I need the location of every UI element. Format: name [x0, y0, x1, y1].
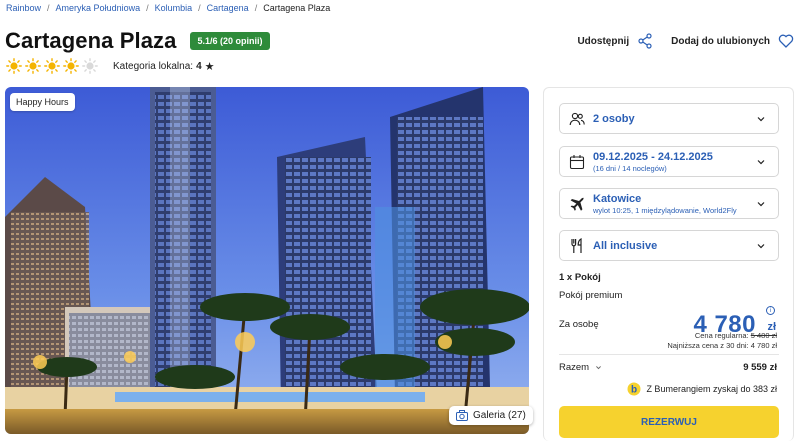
divider — [559, 354, 779, 355]
hotel-stars — [6, 58, 98, 74]
total-value: 9 559 zł — [743, 362, 777, 373]
title-row: Cartagena Plaza 5.1/6 (20 opinii) — [5, 28, 270, 54]
star-icon — [25, 58, 41, 74]
star-icon — [6, 58, 22, 74]
breadcrumb-separator: / — [254, 3, 258, 13]
persons-value: 2 osoby — [593, 112, 635, 125]
star-icon — [63, 58, 79, 74]
per-person-label: Za osobę — [559, 319, 599, 330]
breadcrumb-current: Cartagena Plaza — [263, 3, 331, 13]
book-button[interactable]: REZERWUJ — [559, 406, 779, 438]
local-category: Kategoria lokalna: 4 ★ — [113, 60, 215, 73]
regular-price-row: Cena regularna: 5 480 zł — [695, 331, 777, 340]
calendar-icon — [569, 154, 585, 169]
departure-select[interactable]: Katowice wylot 10:25, 1 międzylądowanie,… — [559, 188, 779, 219]
chevron-down-icon — [757, 243, 765, 248]
favorite-label: Dodaj do ulubionych — [671, 35, 770, 47]
favorite-button[interactable]: Dodaj do ulubionych — [671, 33, 794, 49]
local-category-value: 4 — [196, 61, 202, 72]
info-icon[interactable]: i — [766, 306, 775, 315]
breadcrumb-separator: / — [146, 3, 149, 13]
rooms-count: 1 x Pokój — [559, 272, 601, 283]
breadcrumb-separator: / — [47, 3, 50, 13]
share-button[interactable]: Udostępnij — [577, 33, 653, 49]
chevron-down-icon — [596, 366, 602, 370]
gallery-label: Galeria (27) — [473, 410, 526, 421]
persons-icon — [569, 112, 585, 125]
lowest-price-text: Najniższa cena z 30 dni: 4 780 zł — [667, 341, 777, 350]
happy-hours-badge: Happy Hours — [10, 93, 75, 111]
departure-value: Katowice — [593, 192, 642, 205]
departure-subtext: wylot 10:25, 1 międzylądowanie, World2Fl… — [593, 205, 737, 215]
header-actions: Udostępnij Dodaj do ulubionych — [577, 33, 794, 49]
breadcrumb-rainbow[interactable]: Rainbow — [6, 3, 41, 13]
total-label: Razem — [559, 362, 590, 373]
regular-price-value: 5 480 zł — [750, 331, 777, 340]
bumerang-text: Z Bumerangiem zyskaj do 383 zł — [646, 384, 777, 394]
board-value: All inclusive — [593, 239, 658, 252]
share-icon — [638, 33, 652, 49]
local-category-label: Kategoria lokalna: — [113, 61, 194, 72]
chevron-down-icon — [757, 116, 765, 121]
regular-price-label: Cena regularna: — [694, 331, 749, 340]
share-label: Udostępnij — [577, 35, 630, 47]
svg-text:b: b — [631, 385, 637, 396]
black-star-icon: ★ — [204, 61, 215, 73]
chevron-down-icon — [757, 201, 765, 206]
gallery-button[interactable]: Galeria (27) — [449, 406, 533, 425]
breadcrumb: Rainbow / Ameryka Południowa / Kolumbia … — [6, 3, 330, 13]
camera-icon — [456, 410, 468, 421]
star-empty-icon — [82, 58, 98, 74]
breadcrumb-south-america[interactable]: Ameryka Południowa — [56, 3, 141, 13]
breadcrumb-cartagena[interactable]: Cartagena — [207, 3, 249, 13]
persons-select[interactable]: 2 osoby — [559, 103, 779, 134]
rating-badge[interactable]: 5.1/6 (20 opinii) — [190, 32, 270, 50]
dates-subtext: (16 dni / 14 noclegów) — [593, 163, 667, 173]
heart-icon — [778, 34, 794, 48]
airplane-icon — [570, 196, 584, 211]
bumerang-logo-icon: b — [627, 382, 641, 396]
hotel-photo[interactable] — [5, 87, 529, 434]
breadcrumb-colombia[interactable]: Kolumbia — [155, 3, 193, 13]
page-title: Cartagena Plaza — [5, 28, 177, 53]
booking-panel: 2 osoby 09.12.2025 - 24.12.2025 (16 dni … — [543, 87, 794, 441]
dates-value: 09.12.2025 - 24.12.2025 — [593, 150, 713, 163]
cutlery-icon — [571, 237, 582, 253]
bumerang-promo: b Z Bumerangiem zyskaj do 383 zł — [627, 382, 777, 396]
chevron-down-icon — [757, 159, 765, 164]
dates-select[interactable]: 09.12.2025 - 24.12.2025 (16 dni / 14 noc… — [559, 146, 779, 177]
room-type: Pokój premium — [559, 290, 623, 301]
total-toggle[interactable]: Razem — [559, 362, 602, 373]
board-select[interactable]: All inclusive — [559, 230, 779, 261]
star-icon — [44, 58, 60, 74]
breadcrumb-separator: / — [198, 3, 201, 13]
